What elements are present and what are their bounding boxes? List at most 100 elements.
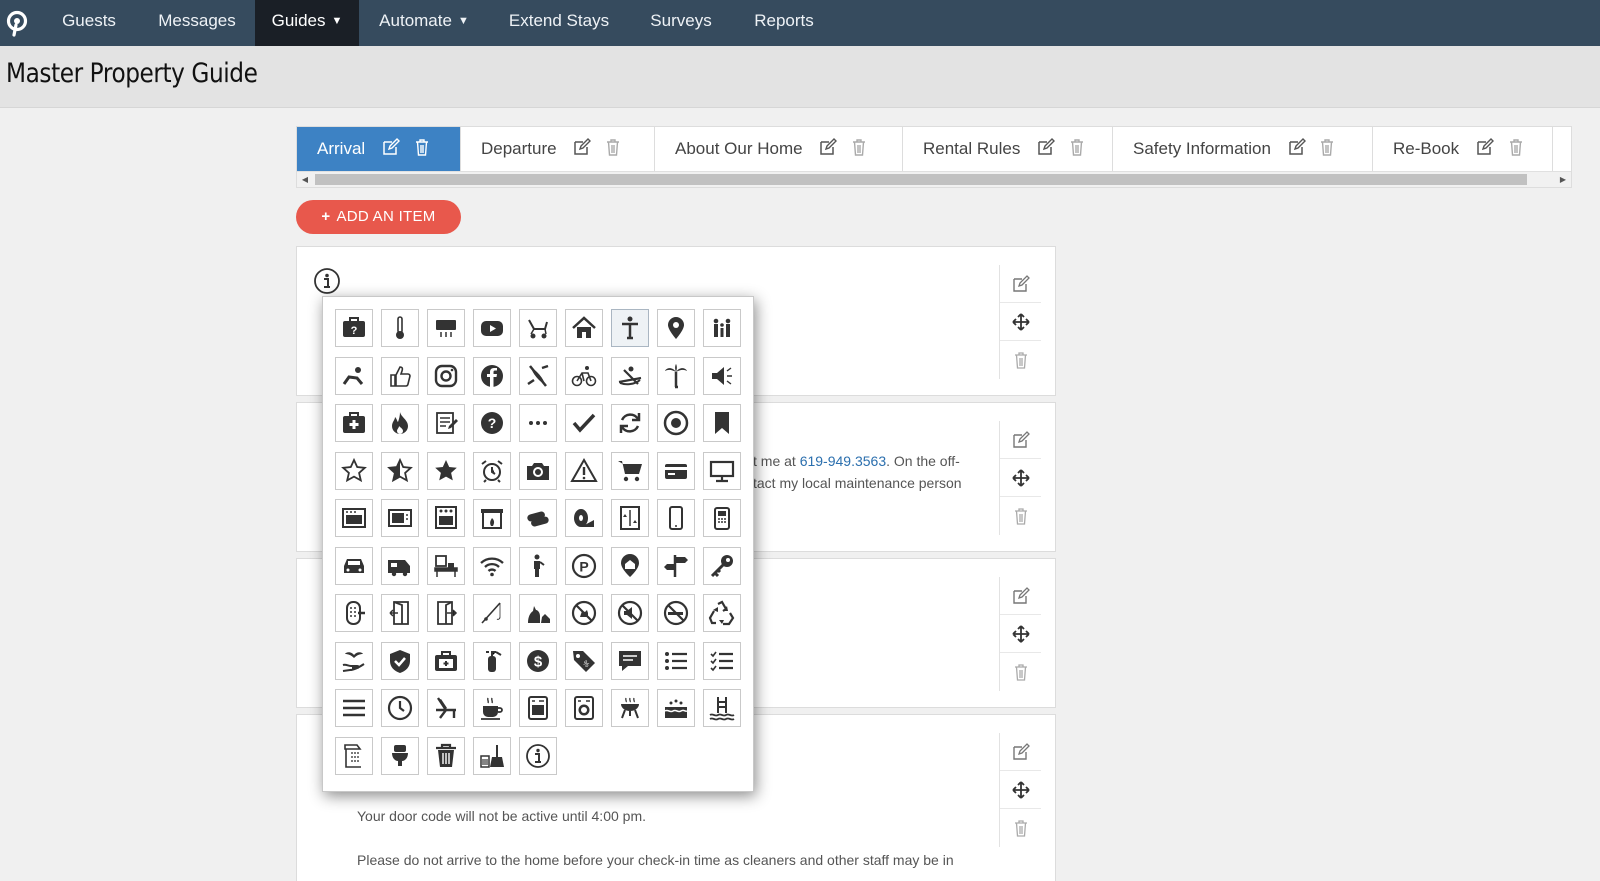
- youtube-icon[interactable]: [473, 309, 511, 347]
- plant-hand-icon[interactable]: [335, 641, 373, 680]
- first-aid-kit-icon[interactable]: ?: [335, 309, 373, 347]
- tab-arrival[interactable]: Arrival: [297, 127, 461, 171]
- shield-icon[interactable]: [381, 641, 419, 680]
- tab-rental-rules[interactable]: Rental Rules: [903, 127, 1113, 171]
- trash-icon[interactable]: [1000, 497, 1041, 535]
- grill-icon[interactable]: [611, 689, 649, 727]
- desk-icon[interactable]: [427, 546, 465, 585]
- speaker-icon[interactable]: [703, 356, 741, 395]
- signpost-icon[interactable]: [657, 546, 695, 585]
- edit-icon[interactable]: [819, 129, 838, 155]
- star-filled-icon[interactable]: [427, 451, 465, 490]
- key-icon[interactable]: [703, 546, 741, 585]
- credit-card-icon[interactable]: [657, 451, 695, 490]
- app-logo-icon[interactable]: [4, 9, 32, 37]
- clock-icon[interactable]: [381, 689, 419, 727]
- stove-icon[interactable]: [427, 499, 465, 537]
- parking-icon[interactable]: P: [565, 546, 603, 585]
- monitor-icon[interactable]: [703, 451, 741, 490]
- map-pin-icon[interactable]: [657, 309, 695, 347]
- chat-icon[interactable]: [611, 641, 649, 680]
- stroller-icon[interactable]: [519, 309, 557, 347]
- menu-icon[interactable]: [335, 689, 373, 727]
- info-icon[interactable]: [313, 267, 341, 295]
- edit-icon[interactable]: [1288, 129, 1306, 155]
- scrollbar-thumb[interactable]: [315, 174, 1527, 185]
- crawling-person-icon[interactable]: [335, 356, 373, 395]
- trash-icon[interactable]: [1507, 129, 1525, 156]
- tab-re-book[interactable]: Re-Book: [1373, 127, 1553, 171]
- move-icon[interactable]: [1000, 459, 1041, 497]
- fire-extinguisher-icon[interactable]: [473, 641, 511, 680]
- palm-tree-icon[interactable]: [657, 356, 695, 395]
- bookmark-icon[interactable]: [703, 404, 741, 442]
- edit-icon[interactable]: [1000, 421, 1041, 459]
- no-pets-icon[interactable]: [565, 594, 603, 632]
- suitcase-kit-icon[interactable]: [427, 641, 465, 680]
- medical-kit-icon[interactable]: [335, 404, 373, 442]
- tab-departure[interactable]: Departure: [461, 127, 655, 171]
- trash-icon[interactable]: [427, 736, 465, 775]
- wifi-icon[interactable]: [473, 546, 511, 585]
- phone-link[interactable]: 619-949.3563: [800, 453, 886, 469]
- trash-icon[interactable]: [413, 129, 431, 156]
- broom-icon[interactable]: [473, 736, 511, 775]
- toilet-paper-icon[interactable]: [565, 499, 603, 537]
- family-icon[interactable]: [703, 309, 741, 347]
- toilet-icon[interactable]: [381, 736, 419, 775]
- move-icon[interactable]: [1000, 615, 1041, 653]
- star-outline-icon[interactable]: [335, 451, 373, 490]
- rv-icon[interactable]: [381, 546, 419, 585]
- kayak-icon[interactable]: [519, 356, 557, 395]
- tab-safety-information[interactable]: Safety Information: [1113, 127, 1373, 171]
- no-smoking-icon[interactable]: [657, 594, 695, 632]
- trash-icon[interactable]: [1000, 341, 1041, 379]
- person-standing-icon[interactable]: [611, 309, 649, 347]
- house-icon[interactable]: [565, 309, 603, 347]
- nav-automate[interactable]: Automate ▼: [362, 0, 486, 46]
- firewood-icon[interactable]: [519, 499, 557, 537]
- elevator-icon[interactable]: [611, 499, 649, 537]
- keypad-lock-icon[interactable]: [335, 594, 373, 632]
- smartphone-icon[interactable]: [657, 499, 695, 537]
- dollar-icon[interactable]: $: [519, 641, 557, 680]
- nav-guides[interactable]: Guides ▼: [255, 0, 359, 46]
- microwave-icon[interactable]: [381, 499, 419, 537]
- trash-icon[interactable]: [1068, 129, 1086, 156]
- trash-icon[interactable]: [1000, 653, 1041, 691]
- thumbs-up-icon[interactable]: [381, 356, 419, 395]
- camera-icon[interactable]: [519, 451, 557, 490]
- beach-chair-icon[interactable]: [427, 689, 465, 727]
- washer-icon[interactable]: [519, 689, 557, 727]
- fire-icon[interactable]: [381, 404, 419, 442]
- trash-icon[interactable]: [1318, 129, 1336, 156]
- kayaker-icon[interactable]: [611, 356, 649, 395]
- edit-icon[interactable]: [1000, 733, 1041, 771]
- nav-surveys[interactable]: Surveys: [634, 0, 728, 46]
- person-icon[interactable]: [519, 546, 557, 585]
- coffee-icon[interactable]: [473, 689, 511, 727]
- car-icon[interactable]: [335, 546, 373, 585]
- star-half-icon[interactable]: [381, 451, 419, 490]
- cart-icon[interactable]: [611, 451, 649, 490]
- oven-icon[interactable]: [335, 499, 373, 537]
- air-conditioner-icon[interactable]: [427, 309, 465, 347]
- nav-guests[interactable]: Guests: [44, 0, 134, 46]
- question-icon[interactable]: ?: [473, 404, 511, 442]
- edit-icon[interactable]: [382, 129, 400, 155]
- pool-icon[interactable]: [703, 689, 741, 727]
- checkmark-icon[interactable]: [565, 404, 603, 442]
- edit-icon[interactable]: [1476, 129, 1494, 155]
- more-dots-icon[interactable]: [519, 404, 557, 442]
- recycle-icon[interactable]: [703, 594, 741, 632]
- bicycle-icon[interactable]: [565, 356, 603, 395]
- phone-icon[interactable]: [703, 499, 741, 537]
- tab-about-our-home[interactable]: About Our Home: [655, 127, 903, 171]
- fireplace-icon[interactable]: [473, 499, 511, 537]
- scroll-left-arrow-icon[interactable]: ◀: [297, 172, 313, 187]
- facebook-icon[interactable]: [473, 356, 511, 395]
- tabs-scrollbar[interactable]: ◀ ▶: [297, 171, 1571, 187]
- door-enter-icon[interactable]: [427, 594, 465, 632]
- alarm-clock-icon[interactable]: [473, 451, 511, 490]
- hot-tub-icon[interactable]: [657, 689, 695, 727]
